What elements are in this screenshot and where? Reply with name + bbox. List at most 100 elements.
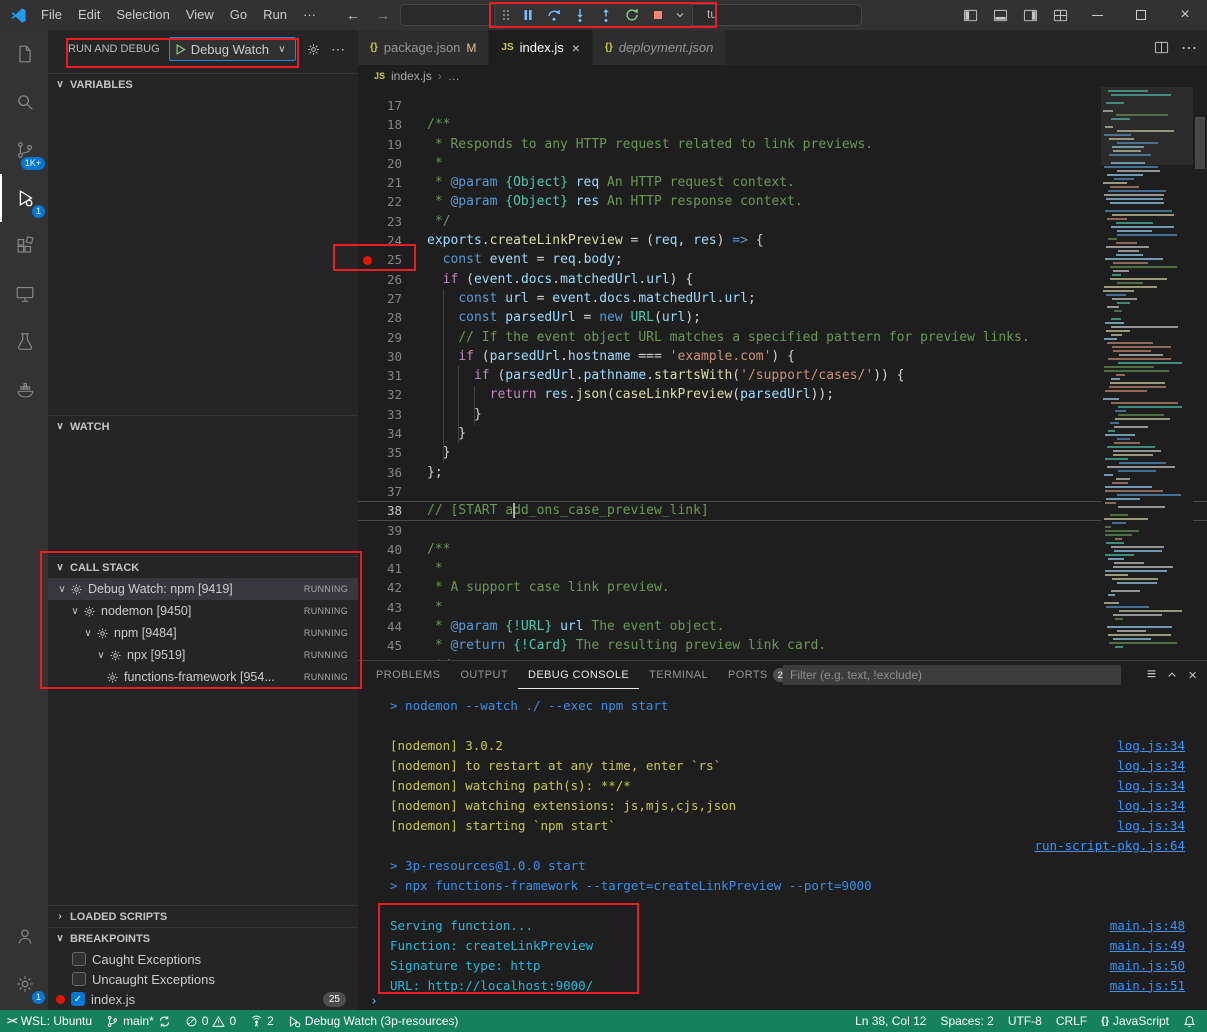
tab-package-json[interactable]: {} package.json M xyxy=(358,30,489,65)
nav-back-icon[interactable]: ← xyxy=(346,7,360,23)
activity-search-icon[interactable] xyxy=(0,78,48,126)
breakpoint-gutter[interactable] xyxy=(358,135,376,154)
breakpoint-gutter[interactable] xyxy=(358,578,376,597)
breakpoint-gutter[interactable] xyxy=(358,463,376,482)
code-text[interactable]: if (event.docs.matchedUrl.url) { xyxy=(427,270,693,289)
section-header-breakpoints[interactable]: ∨ BREAKPOINTS xyxy=(48,927,358,949)
code-text[interactable]: */ xyxy=(427,212,450,231)
panel-tab-problems[interactable]: PROBLEMS xyxy=(366,661,450,689)
breakpoint-gutter[interactable] xyxy=(358,598,376,617)
settings-gear-icon[interactable]: 1 xyxy=(0,960,48,1008)
section-header-variables[interactable]: ∨ VARIABLES xyxy=(48,73,358,95)
notifications-bell[interactable] xyxy=(1176,1010,1203,1032)
code-text[interactable]: return res.json(caseLinkPreview(parsedUr… xyxy=(427,385,834,404)
panel-tab-output[interactable]: OUTPUT xyxy=(450,661,518,689)
activity-extensions-icon[interactable] xyxy=(0,222,48,270)
breakpoint-gutter[interactable] xyxy=(358,405,376,424)
step-out-button[interactable] xyxy=(593,4,618,26)
step-into-button[interactable] xyxy=(567,4,592,26)
source-location-link[interactable]: log.js:34 xyxy=(1117,818,1185,833)
customize-layout-icon[interactable] xyxy=(1045,0,1075,30)
tab-index-js[interactable]: JS index.js × xyxy=(489,30,593,65)
code-text[interactable]: const event = req.body; xyxy=(427,250,623,269)
breakpoint-checkbox[interactable]: ✓ xyxy=(71,992,85,1006)
breakpoint-row[interactable]: ✓index.js25 xyxy=(48,989,358,1009)
code-text[interactable]: exports.createLinkPreview = (req, res) =… xyxy=(427,231,764,250)
breakpoint-gutter[interactable] xyxy=(358,270,376,289)
breakpoint-gutter[interactable] xyxy=(358,540,376,559)
chevron-down-icon[interactable]: ∨ xyxy=(80,628,96,639)
launch-config-dropdown[interactable]: Debug Watch ∨ xyxy=(169,37,296,61)
panel-tab-terminal[interactable]: TERMINAL xyxy=(639,661,718,689)
source-location-link[interactable]: main.js:50 xyxy=(1110,958,1185,973)
call-stack-session[interactable]: ∨Debug Watch: npm [9419]RUNNING xyxy=(48,578,358,600)
activity-docker-icon[interactable] xyxy=(0,366,48,414)
breakpoint-gutter[interactable] xyxy=(358,559,376,578)
forwarded-ports-status[interactable]: 2 xyxy=(243,1010,281,1032)
breakpoint-gutter[interactable] xyxy=(358,501,376,520)
code-text[interactable]: if (parsedUrl.pathname.startsWith('/supp… xyxy=(427,366,905,385)
console-input-chevron-icon[interactable]: › xyxy=(370,994,378,1009)
minimap[interactable] xyxy=(1101,87,1193,660)
menu-view[interactable]: View xyxy=(178,0,222,30)
code-text[interactable]: * xyxy=(427,559,443,578)
toggle-sidebar-icon[interactable] xyxy=(955,0,985,30)
breakpoint-row[interactable]: Caught Exceptions xyxy=(48,949,358,969)
source-location-link[interactable]: log.js:34 xyxy=(1117,778,1185,793)
filter-lines-icon[interactable]: ≡ xyxy=(1147,666,1156,684)
code-text[interactable]: * @param {Object} req An HTTP request co… xyxy=(427,173,795,192)
maximize-button[interactable] xyxy=(1119,0,1163,30)
code-text[interactable]: * xyxy=(427,598,443,617)
source-location-link[interactable]: log.js:34 xyxy=(1117,758,1185,773)
minimize-button[interactable] xyxy=(1075,0,1119,30)
call-stack-session[interactable]: functions-framework [954...RUNNING xyxy=(48,666,358,688)
account-icon[interactable] xyxy=(0,912,48,960)
code-text[interactable]: * A support case link preview. xyxy=(427,578,670,597)
code-text[interactable]: * @return {!Card} The resulting preview … xyxy=(427,636,826,655)
open-launch-json-gear-icon[interactable] xyxy=(306,42,321,57)
window-close-button[interactable]: × xyxy=(1163,0,1207,30)
close-panel-icon[interactable]: × xyxy=(1188,667,1197,684)
code-text[interactable]: /** xyxy=(427,540,450,559)
source-location-link[interactable]: main.js:51 xyxy=(1110,978,1185,993)
encoding-status[interactable]: UTF-8 xyxy=(1001,1010,1049,1032)
code-text[interactable]: }; xyxy=(427,463,443,482)
breakpoint-gutter[interactable] xyxy=(358,636,376,655)
breakpoint-gutter[interactable] xyxy=(358,328,376,347)
close-tab-icon[interactable]: × xyxy=(572,40,580,56)
section-header-watch[interactable]: ∨ WATCH xyxy=(48,415,358,437)
menu-file[interactable]: File xyxy=(33,0,70,30)
tab-deployment-json[interactable]: {} deployment.json xyxy=(593,30,726,65)
breakpoint-gutter[interactable] xyxy=(358,115,376,134)
menu-edit[interactable]: Edit xyxy=(70,0,108,30)
breakpoint-gutter[interactable] xyxy=(358,443,376,462)
chevron-down-icon[interactable]: ∨ xyxy=(67,606,83,617)
code-text[interactable]: * xyxy=(427,154,443,173)
code-text[interactable]: * @param {Object} res An HTTP response c… xyxy=(427,192,803,211)
debug-session-status[interactable]: Debug Watch (3p-resources) xyxy=(281,1010,466,1032)
breakpoint-gutter[interactable] xyxy=(358,173,376,192)
menu-run[interactable]: Run xyxy=(255,0,295,30)
breakpoint-checkbox[interactable] xyxy=(72,952,86,966)
breakpoint-gutter[interactable] xyxy=(358,96,376,115)
code-text[interactable]: * @param {!URL} url The event object. xyxy=(427,617,724,636)
section-header-call-stack[interactable]: ∨ CALL STACK xyxy=(48,556,358,578)
minimap-slider[interactable] xyxy=(1101,87,1193,165)
console-filter-input[interactable] xyxy=(783,665,1121,685)
menu-selection[interactable]: Selection xyxy=(108,0,177,30)
breadcrumb-file[interactable]: index.js xyxy=(391,69,432,83)
breakpoint-checkbox[interactable] xyxy=(72,972,86,986)
breakpoint-gutter[interactable] xyxy=(358,521,376,540)
section-header-loaded-scripts[interactable]: › LOADED SCRIPTS xyxy=(48,905,358,927)
eol-status[interactable]: CRLF xyxy=(1049,1010,1094,1032)
git-branch-status[interactable]: main* xyxy=(99,1010,178,1032)
call-stack-session[interactable]: ∨nodemon [9450]RUNNING xyxy=(48,600,358,622)
step-over-button[interactable] xyxy=(541,4,566,26)
breakpoint-gutter[interactable] xyxy=(358,385,376,404)
breakpoint-dot[interactable] xyxy=(358,250,376,269)
chevron-down-icon[interactable]: ∨ xyxy=(274,44,290,55)
code-text[interactable]: // [START add_ons_case_preview_link] xyxy=(427,501,709,520)
problems-status[interactable]: 0 0 xyxy=(178,1010,243,1032)
code-text[interactable]: const parsedUrl = new URL(url); xyxy=(427,308,701,327)
source-location-link[interactable]: run-script-pkg.js:64 xyxy=(1034,838,1185,853)
